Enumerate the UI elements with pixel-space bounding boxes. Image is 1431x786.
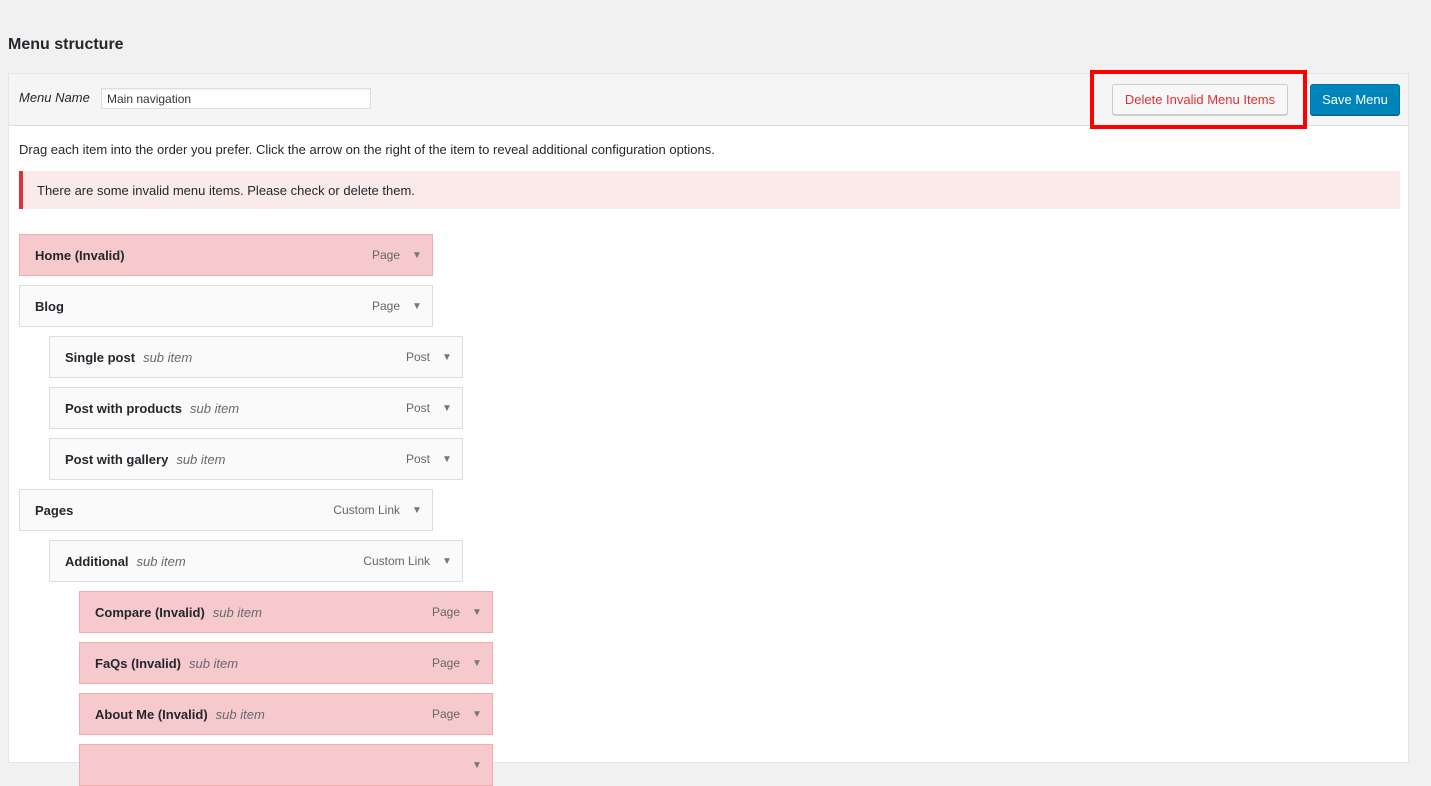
menu-item-title: Compare (Invalid) xyxy=(95,604,205,620)
error-notice-text: There are some invalid menu items. Pleas… xyxy=(37,182,415,198)
menu-item-sub-label: sub item xyxy=(136,553,186,569)
menu-item[interactable]: Compare (Invalid) sub item Page ▼ xyxy=(79,591,493,633)
menu-item-sub-label: sub item xyxy=(188,655,239,671)
menu-item[interactable]: Blog Page ▼ xyxy=(19,285,433,327)
menu-header: Menu Name Delete Invalid Menu Items Save… xyxy=(9,70,1408,129)
menu-item[interactable]: Pages Custom Link ▼ xyxy=(19,489,433,531)
menu-item-type: Page xyxy=(431,707,460,721)
arrow-down-icon[interactable]: ▼ xyxy=(442,352,452,363)
menu-item-type: Custom Link xyxy=(333,503,400,517)
instructions-text: Drag each item into the order you prefer… xyxy=(19,142,715,157)
error-notice: There are some invalid menu items. Pleas… xyxy=(19,171,1400,209)
menu-item-sub-label: sub item xyxy=(176,451,226,467)
arrow-down-icon[interactable]: ▼ xyxy=(412,301,422,312)
menu-name-label: Menu Name xyxy=(19,90,90,105)
save-menu-button[interactable]: Save Menu xyxy=(1310,84,1400,115)
menu-item-title: Post with products xyxy=(65,400,182,416)
arrow-down-icon[interactable]: ▼ xyxy=(472,607,482,618)
menu-item-sub-label: sub item xyxy=(190,400,240,416)
menu-item-sub-label: sub item xyxy=(143,349,193,365)
menu-item-title: Single post xyxy=(65,349,136,365)
arrow-down-icon[interactable]: ▼ xyxy=(412,250,422,261)
menu-item-title: Blog xyxy=(35,298,64,314)
menu-item-title: Post with gallery xyxy=(65,451,169,467)
menu-item-sub-label: sub item xyxy=(215,706,265,722)
menu-item[interactable]: Home (Invalid) Page ▼ xyxy=(19,234,433,276)
delete-invalid-items-button[interactable]: Delete Invalid Menu Items xyxy=(1112,84,1288,115)
menu-item[interactable]: Post with products sub item Post ▼ xyxy=(49,387,463,429)
menu-item-title: About Me (Invalid) xyxy=(95,706,208,722)
menu-item-sub-label: sub item xyxy=(212,604,262,620)
menu-item-title: Home (Invalid) xyxy=(35,247,125,263)
menu-item[interactable]: About Me (Invalid) sub item Page ▼ xyxy=(79,693,493,735)
arrow-down-icon[interactable]: ▼ xyxy=(472,709,482,720)
menu-item[interactable]: Additional sub item Custom Link ▼ xyxy=(49,540,463,582)
menu-item-type: Post xyxy=(405,452,430,466)
menu-item-type: Page xyxy=(371,248,400,262)
menu-item[interactable]: Post with gallery sub item Post ▼ xyxy=(49,438,463,480)
menu-item[interactable]: ▼ xyxy=(79,744,493,786)
menu-item-title: Additional xyxy=(65,553,129,569)
menu-item-type: Post xyxy=(405,350,430,364)
arrow-down-icon[interactable]: ▼ xyxy=(442,454,452,465)
arrow-down-icon[interactable]: ▼ xyxy=(472,658,482,669)
menu-structure-panel: Menu Name Delete Invalid Menu Items Save… xyxy=(8,70,1409,786)
page-title: Menu structure xyxy=(8,36,124,53)
menu-item-type: Page xyxy=(371,299,400,313)
menu-item-title: FaQs (Invalid) xyxy=(95,655,181,671)
arrow-down-icon[interactable]: ▼ xyxy=(442,556,452,567)
menu-item-type: Custom Link xyxy=(363,554,430,568)
menu-item[interactable]: Single post sub item Post ▼ xyxy=(49,336,463,378)
menu-name-input[interactable] xyxy=(101,88,371,109)
arrow-down-icon[interactable]: ▼ xyxy=(472,760,482,771)
arrow-down-icon[interactable]: ▼ xyxy=(442,403,452,414)
menu-item[interactable]: FaQs (Invalid) sub item Page ▼ xyxy=(79,642,493,684)
menu-item-title: Pages xyxy=(35,502,74,518)
menu-item-type: Page xyxy=(431,605,460,619)
menu-item-type: Page xyxy=(431,656,460,670)
menu-item-type: Post xyxy=(405,401,430,415)
arrow-down-icon[interactable]: ▼ xyxy=(412,505,422,516)
